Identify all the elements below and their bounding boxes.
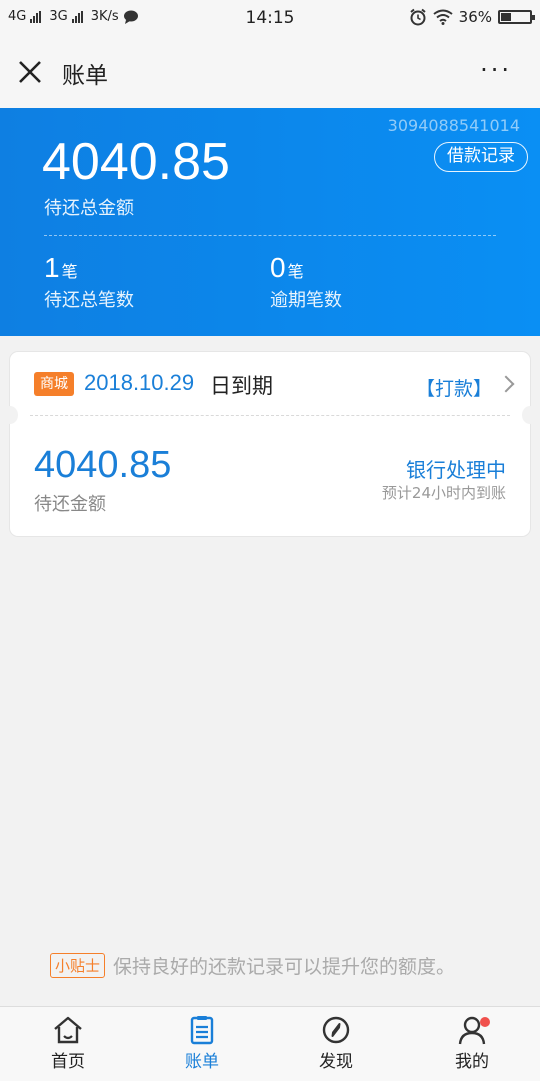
status-bar: 4G 3G 3K/s 14:15 36% bbox=[0, 0, 540, 36]
pending-count-label: 待还总笔数 bbox=[44, 290, 134, 311]
tab-bill-label: 账单 bbox=[185, 1052, 219, 1072]
mall-badge: 商城 bbox=[34, 372, 74, 396]
card-notch-right bbox=[522, 406, 538, 424]
bill-amount-label: 待还金额 bbox=[34, 494, 106, 515]
account-number: 3094088541014 bbox=[387, 116, 520, 135]
divider bbox=[44, 235, 496, 236]
loan-record-button[interactable]: 借款记录 bbox=[434, 142, 528, 172]
tab-bar: 首页 账单 发现 我的 bbox=[0, 1006, 540, 1081]
bill-card[interactable]: 商城 2018.10.29 日到期 【打款】 4040.85 待还金额 银行处理… bbox=[2, 352, 538, 536]
card-notch-left bbox=[2, 406, 18, 424]
card-divider bbox=[30, 415, 510, 416]
bill-status: 银行处理中 bbox=[406, 458, 506, 482]
compass-icon bbox=[322, 1016, 350, 1044]
battery-percent: 36% bbox=[458, 8, 492, 26]
bill-status-note: 预计24小时内到账 bbox=[381, 484, 506, 502]
pending-unit: 笔 bbox=[61, 262, 78, 281]
overdue-count-stat: 0笔 逾期笔数 bbox=[270, 252, 342, 312]
battery-icon bbox=[498, 10, 535, 24]
bill-card-header[interactable]: 商城 2018.10.29 日到期 【打款】 bbox=[10, 352, 530, 414]
total-amount-label: 待还总金额 bbox=[44, 198, 134, 219]
bill-icon bbox=[190, 1016, 214, 1045]
tab-bill[interactable]: 账单 bbox=[152, 1015, 252, 1072]
pending-count: 1 bbox=[44, 252, 60, 283]
tab-discover-label: 发现 bbox=[319, 1052, 353, 1072]
page-title: 账单 bbox=[62, 63, 108, 89]
total-amount: 4040.85 bbox=[42, 133, 230, 191]
wifi-icon bbox=[433, 9, 453, 25]
chevron-right-icon[interactable] bbox=[497, 375, 515, 393]
bill-summary: 3094088541014 借款记录 4040.85 待还总金额 1笔 待还总笔… bbox=[0, 108, 540, 336]
payment-link[interactable]: 【打款】 bbox=[416, 374, 492, 401]
tip: 小贴士 保持良好的还款记录可以提升您的额度。 bbox=[50, 952, 455, 979]
tip-text: 保持良好的还款记录可以提升您的额度。 bbox=[113, 956, 456, 978]
more-menu-button[interactable]: ··· bbox=[480, 56, 512, 84]
tab-home-label: 首页 bbox=[51, 1052, 85, 1072]
tab-discover[interactable]: 发现 bbox=[286, 1015, 386, 1072]
tip-badge: 小贴士 bbox=[50, 953, 106, 978]
tab-mine[interactable]: 我的 bbox=[422, 1015, 522, 1072]
alarm-icon bbox=[410, 8, 426, 26]
overdue-count: 0 bbox=[270, 252, 286, 283]
overdue-unit: 笔 bbox=[287, 262, 304, 281]
bill-amount: 4040.85 bbox=[34, 444, 172, 486]
pending-count-stat: 1笔 待还总笔数 bbox=[44, 252, 134, 312]
due-suffix: 日到期 bbox=[210, 374, 273, 398]
notification-dot bbox=[480, 1017, 490, 1027]
status-right: 36% bbox=[409, 8, 535, 26]
tab-home[interactable]: 首页 bbox=[18, 1015, 118, 1072]
nav-bar: 账单 ··· bbox=[0, 36, 540, 108]
close-icon[interactable] bbox=[16, 58, 44, 86]
home-icon bbox=[54, 1016, 82, 1044]
due-date: 2018.10.29 bbox=[84, 370, 195, 395]
overdue-count-label: 逾期笔数 bbox=[270, 290, 342, 311]
tab-mine-label: 我的 bbox=[455, 1052, 489, 1072]
